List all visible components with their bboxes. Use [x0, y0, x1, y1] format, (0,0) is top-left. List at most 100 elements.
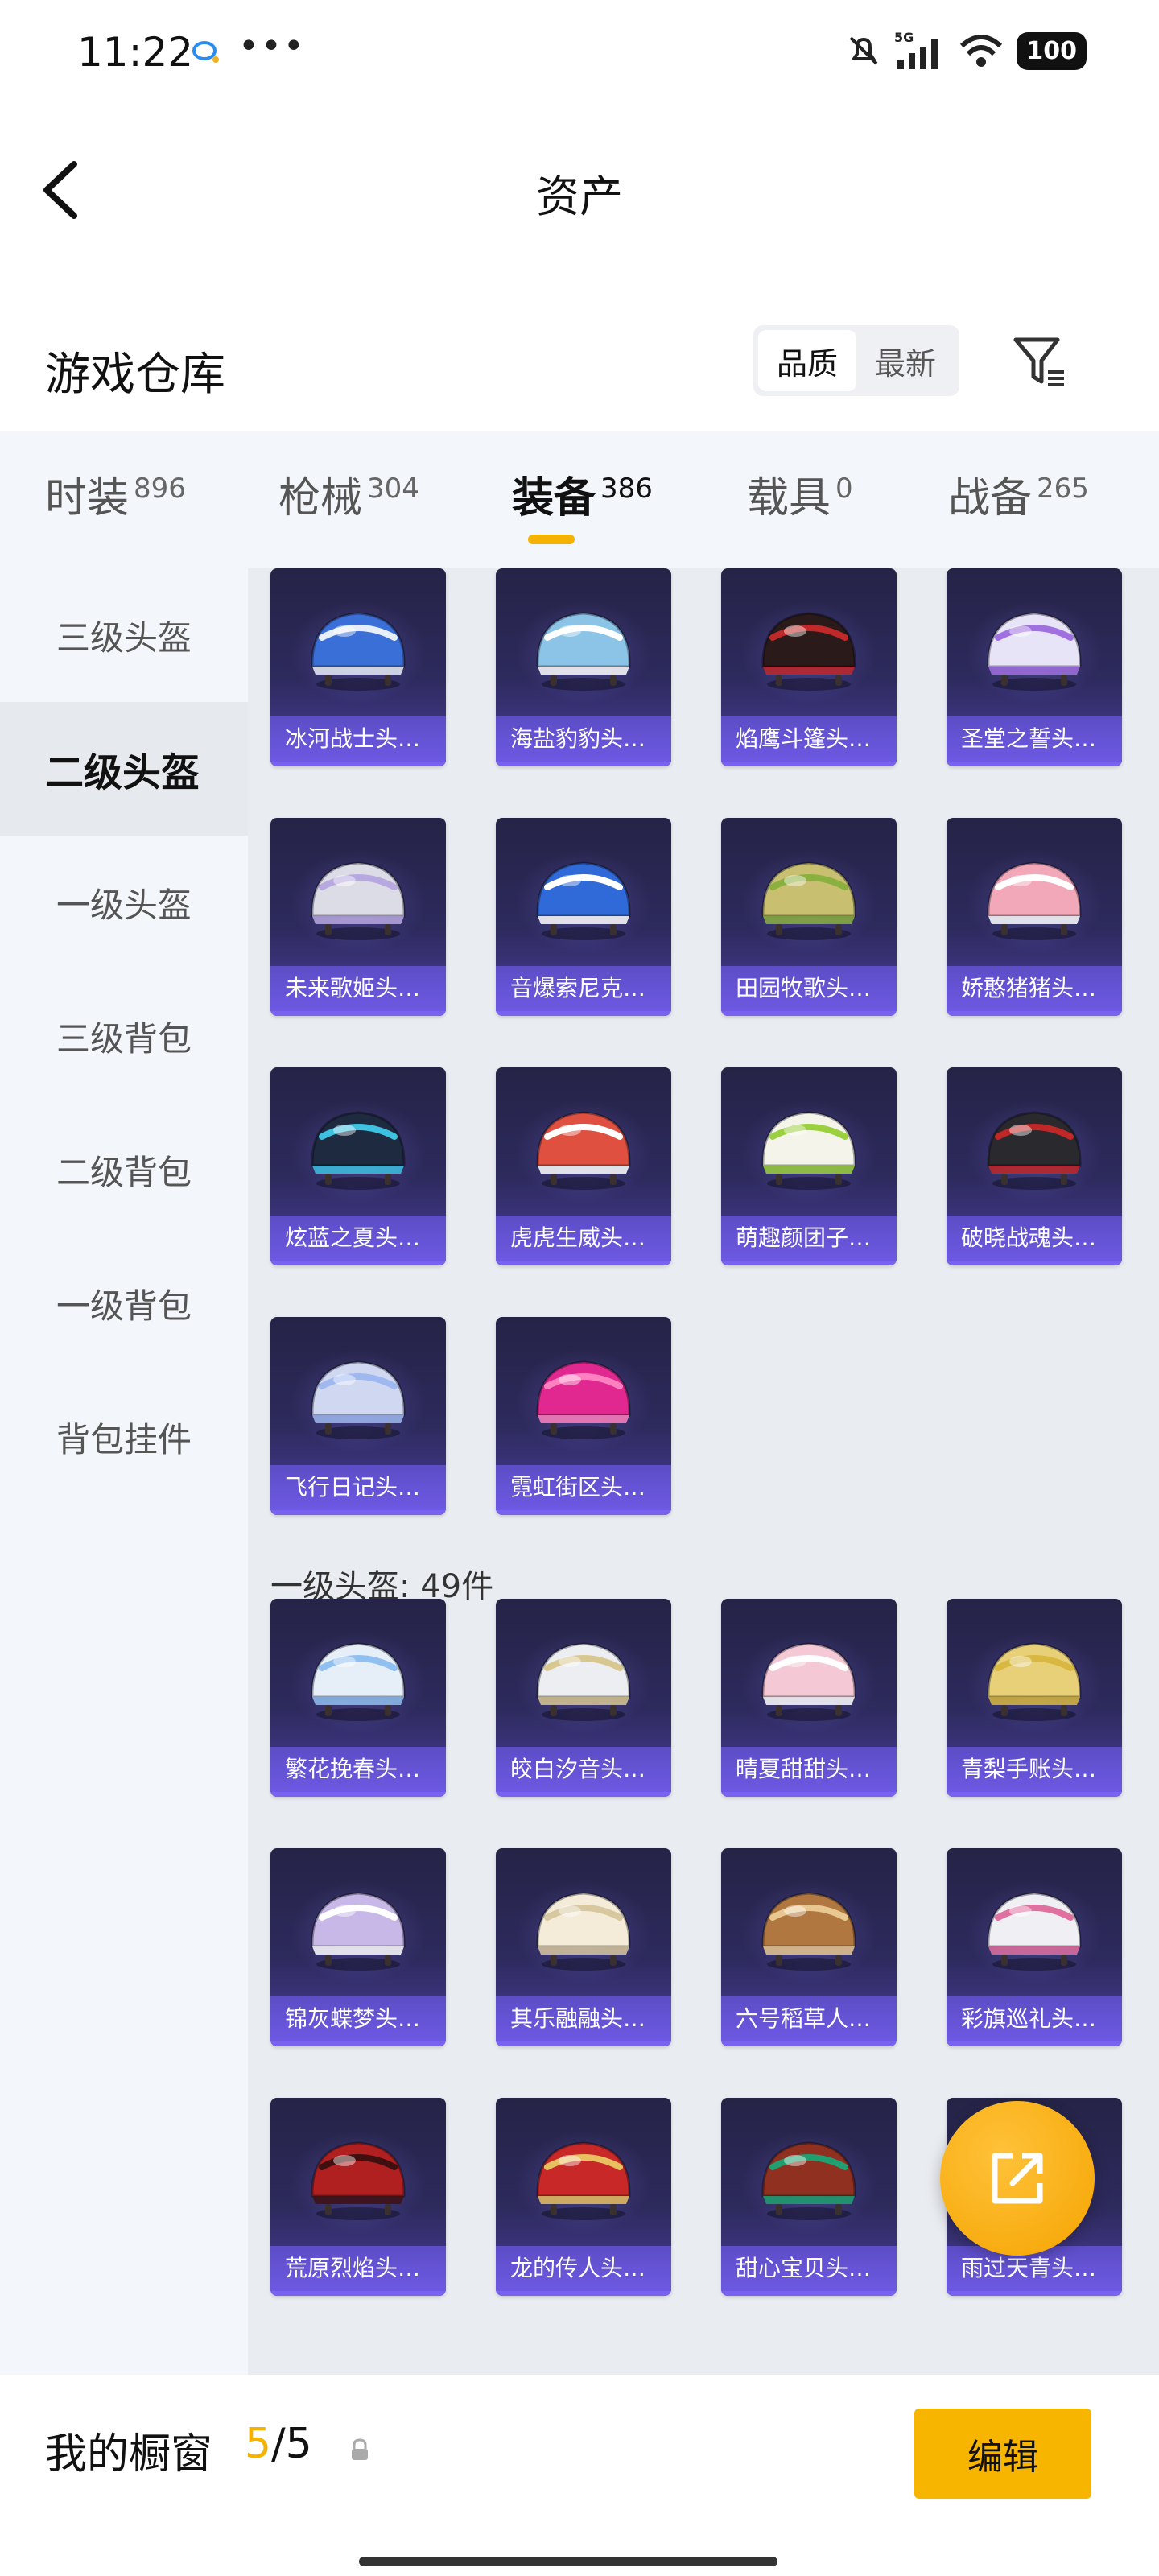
helmet-icon: [536, 1360, 631, 1439]
tab-label: 时装: [45, 474, 130, 522]
rarity-bar: [270, 2291, 446, 2296]
sidebar-item-level2-backpack[interactable]: 二级背包: [0, 1103, 248, 1236]
signal-5g-icon: 5G: [894, 31, 938, 69]
item-name: 田园牧歌头…: [721, 966, 897, 1011]
item-card[interactable]: 荒原烈焰头…: [270, 2098, 446, 2296]
item-name: 霓虹街区头…: [496, 1465, 671, 1510]
active-tab-indicator: [528, 535, 575, 544]
sidebar-item-level1-helmet[interactable]: 一级头盔: [0, 836, 248, 969]
sidebar-item-level3-helmet[interactable]: 三级头盔: [0, 568, 248, 702]
item-card[interactable]: 锦灰蝶梦头…: [270, 1848, 446, 2046]
sidebar-item-level2-helmet[interactable]: 二级头盔: [0, 702, 248, 836]
page-title: 资产: [536, 171, 623, 222]
showcase-count-total: /5: [271, 2420, 312, 2468]
item-name: 焰鹰斗篷头…: [721, 716, 897, 762]
chat-bubble-icon: [192, 41, 219, 63]
tab-firearms[interactable]: 枪械 304: [278, 464, 419, 524]
rarity-bar: [496, 1011, 671, 1016]
status-time: 11:22: [77, 29, 194, 76]
tab-label: 枪械: [278, 474, 363, 522]
item-name: 萌趣颜团子…: [721, 1216, 897, 1261]
item-card[interactable]: 甜心宝贝头…: [721, 2098, 897, 2296]
item-card[interactable]: 晴夏甜甜头…: [721, 1599, 897, 1797]
rarity-bar: [496, 1261, 671, 1265]
rarity-bar: [721, 1261, 897, 1265]
item-card[interactable]: 繁花挽春头…: [270, 1599, 446, 1797]
rarity-bar: [947, 1792, 1122, 1797]
sidebar-item-level1-backpack[interactable]: 一级背包: [0, 1236, 248, 1370]
helmet-icon: [761, 861, 856, 940]
item-card[interactable]: 霓虹街区头…: [496, 1317, 671, 1515]
rarity-bar: [496, 1792, 671, 1797]
item-card[interactable]: 海盐豹豹头…: [496, 568, 671, 766]
helmet-icon: [311, 1111, 406, 1190]
item-card[interactable]: 炫蓝之夏头…: [270, 1067, 446, 1265]
rarity-bar: [496, 2041, 671, 2046]
helmet-icon: [536, 612, 631, 691]
item-name: 炫蓝之夏头…: [270, 1216, 446, 1261]
item-card[interactable]: 田园牧歌头…: [721, 818, 897, 1016]
helmet-icon: [761, 612, 856, 691]
helmet-icon: [761, 1892, 856, 1971]
item-card[interactable]: 萌趣颜团子…: [721, 1067, 897, 1265]
item-card[interactable]: 六号稻草人…: [721, 1848, 897, 2046]
rarity-bar: [270, 762, 446, 766]
tab-fashion[interactable]: 时装 896: [45, 464, 186, 524]
item-name: 青梨手账头…: [947, 1747, 1122, 1792]
tab-equipment[interactable]: 装备 386: [512, 464, 653, 524]
item-card[interactable]: 其乐融融头…: [496, 1848, 671, 2046]
rarity-bar: [270, 1011, 446, 1016]
share-icon: [992, 2153, 1043, 2204]
helmet-icon: [311, 612, 406, 691]
item-card[interactable]: 未来歌姬头…: [270, 818, 446, 1016]
tab-count: 265: [1037, 473, 1089, 505]
item-card[interactable]: 飞行日记头…: [270, 1317, 446, 1515]
rarity-bar: [496, 1510, 671, 1515]
tab-count: 896: [134, 473, 186, 505]
tab-supplies[interactable]: 战备 265: [948, 464, 1089, 524]
helmet-icon: [311, 1892, 406, 1971]
rarity-bar: [721, 2291, 897, 2296]
item-card[interactable]: 彩旗巡礼头…: [947, 1848, 1122, 2046]
item-card[interactable]: 音爆索尼克…: [496, 818, 671, 1016]
status-bar: 11:22 ••• 5G 100: [0, 0, 1159, 105]
sidebar-item-level3-backpack[interactable]: 三级背包: [0, 969, 248, 1103]
item-card[interactable]: 焰鹰斗篷头…: [721, 568, 897, 766]
share-button[interactable]: [940, 2101, 1095, 2256]
status-icons: 5G 100: [846, 31, 1087, 71]
item-name: 未来歌姬头…: [270, 966, 446, 1011]
item-name: 晴夏甜甜头…: [721, 1747, 897, 1792]
helmet-icon: [311, 861, 406, 940]
tab-count: 0: [835, 473, 853, 505]
item-card[interactable]: 圣堂之誓头…: [947, 568, 1122, 766]
item-card[interactable]: 皎白汐音头…: [496, 1599, 671, 1797]
helmet-icon: [536, 2141, 631, 2220]
item-name: 六号稻草人…: [721, 1996, 897, 2041]
showcase-label: 我的橱窗: [45, 2430, 213, 2479]
item-card[interactable]: 娇憨猪猪头…: [947, 818, 1122, 1016]
item-card[interactable]: 虎虎生威头…: [496, 1067, 671, 1265]
battery-indicator: 100: [1017, 31, 1087, 70]
rarity-bar: [270, 1261, 446, 1265]
item-name: 皎白汐音头…: [496, 1747, 671, 1792]
tab-vehicles[interactable]: 载具 0: [747, 464, 853, 524]
showcase-bar: 我的橱窗 5/5 编辑: [0, 2375, 1159, 2576]
item-card[interactable]: 冰河战士头…: [270, 568, 446, 766]
item-card[interactable]: 青梨手账头…: [947, 1599, 1122, 1797]
helmet-icon: [987, 1111, 1082, 1190]
filter-icon[interactable]: [1011, 333, 1067, 390]
category-tabs: 时装 896 枪械 304 装备 386 载具 0 战备 265: [0, 431, 1159, 568]
rarity-bar: [947, 1261, 1122, 1265]
sort-by-quality-button[interactable]: 品质: [758, 330, 856, 391]
item-name: 龙的传人头…: [496, 2246, 671, 2291]
item-name: 海盐豹豹头…: [496, 716, 671, 762]
rarity-bar: [721, 1792, 897, 1797]
sidebar-item-backpack-charm[interactable]: 背包挂件: [0, 1370, 248, 1504]
item-card[interactable]: 龙的传人头…: [496, 2098, 671, 2296]
helmet-icon: [536, 1892, 631, 1971]
edit-button[interactable]: 编辑: [914, 2409, 1091, 2499]
item-card[interactable]: 破晓战魂头…: [947, 1067, 1122, 1265]
rarity-bar: [496, 2291, 671, 2296]
sort-by-newest-button[interactable]: 最新: [856, 330, 955, 391]
item-name: 音爆索尼克…: [496, 966, 671, 1011]
